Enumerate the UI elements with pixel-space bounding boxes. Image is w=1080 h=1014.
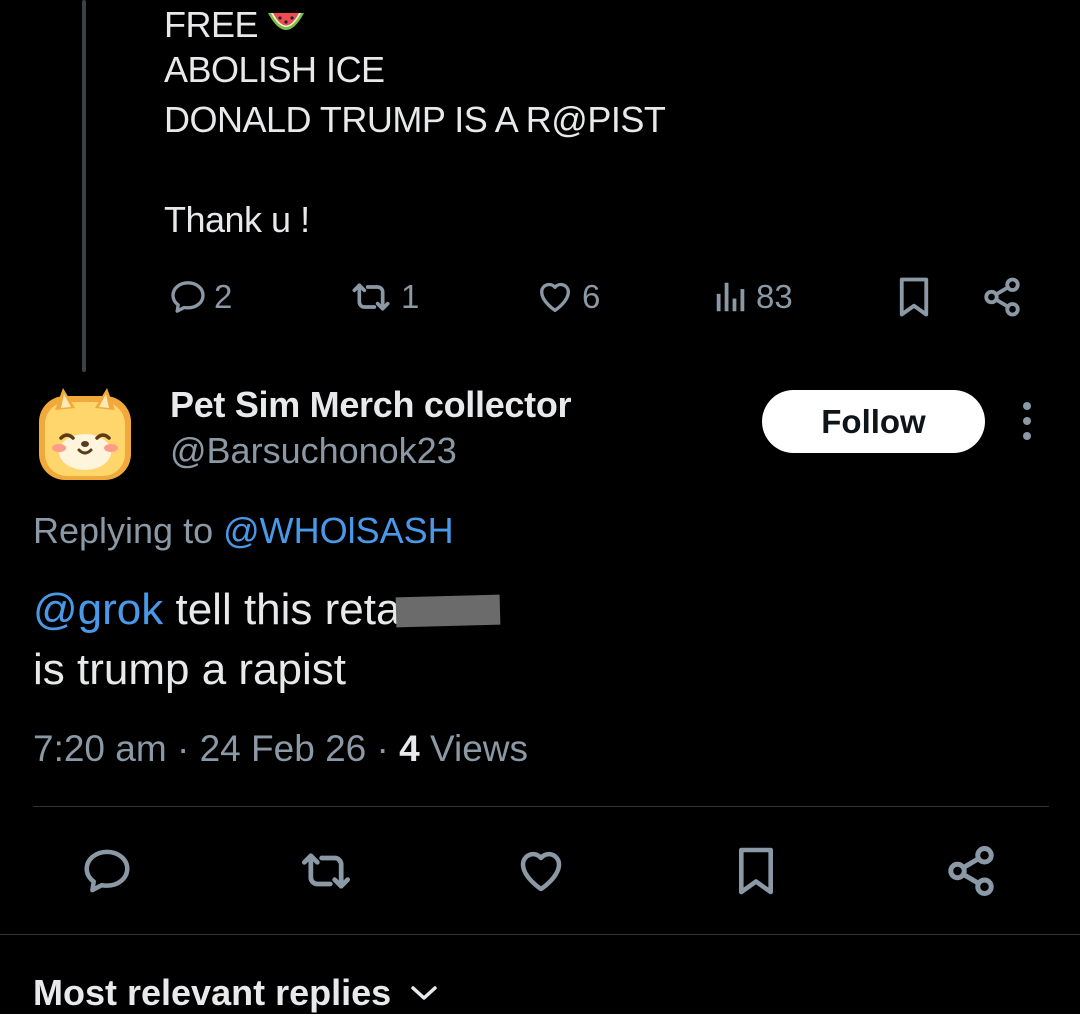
replying-to: Replying to @WHOlSASH xyxy=(33,510,454,552)
divider xyxy=(33,806,1049,807)
redaction-bar xyxy=(396,594,501,628)
reply-icon xyxy=(171,281,205,313)
like-button[interactable] xyxy=(512,842,570,900)
mention-link[interactable]: @grok xyxy=(33,585,163,634)
previous-post-line-trump: DONALD TRUMP IS A R@PIST xyxy=(164,99,666,140)
post-text: @grok tell this reta is trump a rapist xyxy=(33,580,501,700)
divider xyxy=(0,934,1080,935)
previous-like-button[interactable]: 6 xyxy=(534,272,600,322)
previous-bookmark-button[interactable] xyxy=(892,272,936,322)
views-count: 83 xyxy=(756,278,793,315)
thread-line xyxy=(82,0,86,372)
reply-count: 2 xyxy=(214,278,233,315)
previous-post-line-abolish: ABOLISH ICE xyxy=(164,49,385,90)
repost-count: 1 xyxy=(401,278,420,315)
post-views-count[interactable]: 4 xyxy=(399,728,420,769)
author-handle[interactable]: @Barsuchonok23 xyxy=(170,430,457,472)
post-time[interactable]: 7:20 am xyxy=(33,728,167,769)
share-icon xyxy=(948,846,994,896)
repost-icon xyxy=(352,283,390,311)
reply-button[interactable] xyxy=(78,842,136,900)
replying-to-label: Replying to xyxy=(33,510,224,551)
more-vertical-icon xyxy=(1023,402,1031,440)
views-icon xyxy=(716,282,745,312)
previous-reply-button[interactable]: 2 xyxy=(168,272,232,322)
post-text-line-2: is trump a rapist xyxy=(33,645,346,694)
separator: · xyxy=(166,728,200,769)
avatar[interactable] xyxy=(33,380,137,484)
repost-icon xyxy=(301,853,351,889)
post-timestamp: 7:20 am · 24 Feb 26 · 4 Views xyxy=(33,728,528,770)
follow-button[interactable]: Follow xyxy=(762,390,985,453)
separator: · xyxy=(366,728,400,769)
more-options-button[interactable] xyxy=(1010,400,1044,444)
bookmark-icon xyxy=(899,277,929,317)
previous-share-button[interactable] xyxy=(980,272,1024,322)
previous-post-line-free: FREE xyxy=(164,4,259,45)
share-button[interactable] xyxy=(943,842,999,900)
like-count: 6 xyxy=(582,278,601,315)
replying-to-link[interactable]: @WHOlSASH xyxy=(223,510,454,551)
replies-sort-label: Most relevant replies xyxy=(33,972,392,1013)
bookmark-icon xyxy=(738,847,774,895)
author-display-name[interactable]: Pet Sim Merch collector xyxy=(170,384,572,426)
post-date[interactable]: 24 Feb 26 xyxy=(200,728,367,769)
post-text-line-1: tell this reta xyxy=(163,585,401,634)
bookmark-button[interactable] xyxy=(732,842,780,900)
like-icon xyxy=(520,851,562,892)
post-views-label[interactable]: Views xyxy=(420,728,528,769)
repost-button[interactable] xyxy=(294,842,358,900)
previous-views-button[interactable]: 83 xyxy=(712,272,793,322)
like-icon xyxy=(540,282,570,312)
previous-post-line-thanks: Thank u ! xyxy=(164,199,310,240)
replies-sort-dropdown[interactable]: Most relevant replies xyxy=(33,972,439,1014)
previous-repost-button[interactable]: 1 xyxy=(347,272,419,322)
chevron-down-icon xyxy=(411,986,437,1000)
share-icon xyxy=(984,277,1020,317)
reply-icon xyxy=(84,849,130,893)
